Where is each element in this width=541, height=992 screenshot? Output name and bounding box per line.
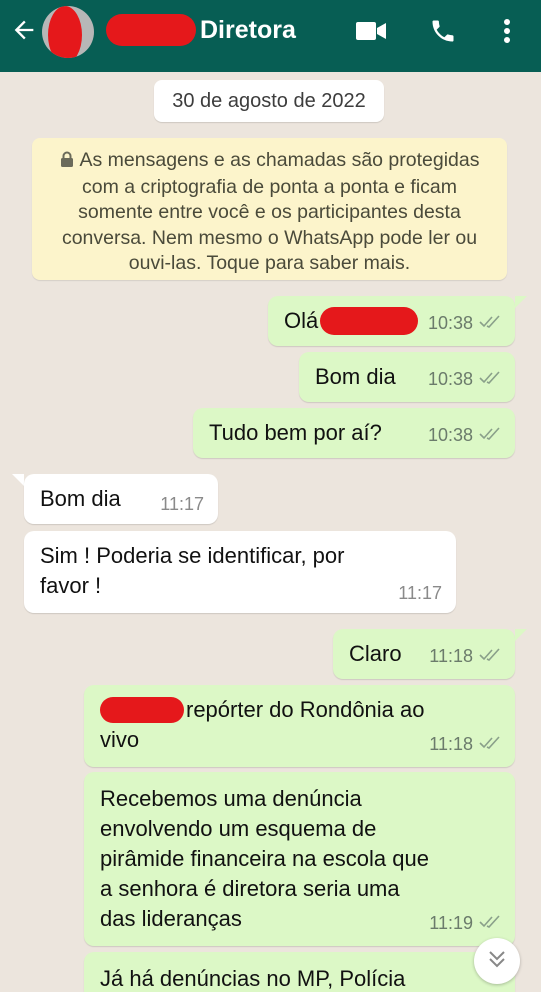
double-check-icon	[479, 729, 501, 759]
message-time: 11:18	[429, 734, 473, 754]
double-check-icon	[479, 641, 501, 671]
encryption-notice[interactable]: As mensagens e as chamadas são protegida…	[32, 138, 507, 280]
double-chevron-down-icon	[486, 948, 508, 975]
message-bubble-out[interactable]: Claro 11:18	[333, 629, 515, 679]
message-bubble-out[interactable]: Olá 10:38	[268, 296, 515, 346]
message-text-line: Sim ! Poderia se identificar, por	[40, 543, 345, 568]
chat-header: Diretora	[0, 0, 541, 72]
message-text-line: favor !	[40, 573, 102, 598]
double-check-icon	[479, 364, 501, 394]
message-time: 10:38	[427, 425, 473, 445]
redaction-mark	[106, 14, 196, 46]
chat-title: Diretora	[200, 15, 296, 44]
video-call-icon[interactable]	[354, 14, 388, 48]
message-text-line: envolvendo um esquema de	[100, 816, 377, 841]
message-text: Tudo bem por aí?	[209, 420, 382, 445]
encryption-notice-text: As mensagens e as chamadas são protegida…	[61, 149, 480, 274]
message-time: 11:17	[398, 583, 442, 603]
message-time: 10:38	[427, 313, 473, 333]
contact-name[interactable]: Diretora	[106, 14, 296, 46]
message-time: 10:38	[427, 369, 473, 389]
message-text-line: a senhora é diretora seria uma	[100, 876, 400, 901]
message-text: Olá	[284, 308, 319, 333]
message-text-line: repórter do Rondônia ao	[186, 697, 425, 722]
phone-icon[interactable]	[426, 14, 460, 48]
redaction-mark	[100, 697, 184, 723]
avatar[interactable]	[42, 6, 94, 58]
message-bubble-out[interactable]: repórter do Rondônia ao vivo 11:18	[84, 685, 515, 767]
more-vert-icon[interactable]	[490, 14, 524, 48]
message-text: Bom dia	[40, 486, 121, 511]
message-text-line: Recebemos uma denúncia	[100, 786, 362, 811]
message-text-line: pirâmide financeira na escola que	[100, 846, 429, 871]
message-bubble-in[interactable]: Sim ! Poderia se identificar, por favor !…	[24, 531, 456, 613]
message-bubble-out[interactable]: Bom dia 10:38	[299, 352, 515, 402]
lock-icon	[60, 149, 74, 175]
message-text: Já há denúncias no MP, Polícia	[100, 966, 406, 991]
message-bubble-out[interactable]: Recebemos uma denúncia envolvendo um esq…	[84, 772, 515, 946]
message-time: 11:18	[429, 646, 473, 666]
double-check-icon	[479, 908, 501, 938]
message-text-line: vivo	[100, 727, 140, 752]
double-check-icon	[479, 420, 501, 450]
message-text: Bom dia	[315, 364, 396, 389]
message-bubble-out[interactable]: Tudo bem por aí? 10:38	[193, 408, 515, 458]
double-check-icon	[479, 308, 501, 338]
message-text-line: das lideranças	[100, 906, 242, 931]
bubble-tail	[515, 296, 527, 308]
redaction-mark	[320, 307, 419, 335]
redaction-mark	[48, 6, 82, 58]
bubble-tail	[12, 474, 24, 486]
message-bubble-out[interactable]: Já há denúncias no MP, Polícia	[84, 952, 515, 992]
message-text: Claro	[349, 641, 402, 666]
scroll-to-bottom-button[interactable]	[474, 938, 520, 984]
message-time: 11:17	[160, 494, 204, 514]
message-bubble-in[interactable]: Bom dia 11:17	[24, 474, 218, 524]
date-chip: 30 de agosto de 2022	[154, 80, 384, 122]
message-time: 11:19	[429, 913, 473, 933]
back-arrow-icon[interactable]	[8, 14, 40, 46]
bubble-tail	[515, 629, 527, 641]
